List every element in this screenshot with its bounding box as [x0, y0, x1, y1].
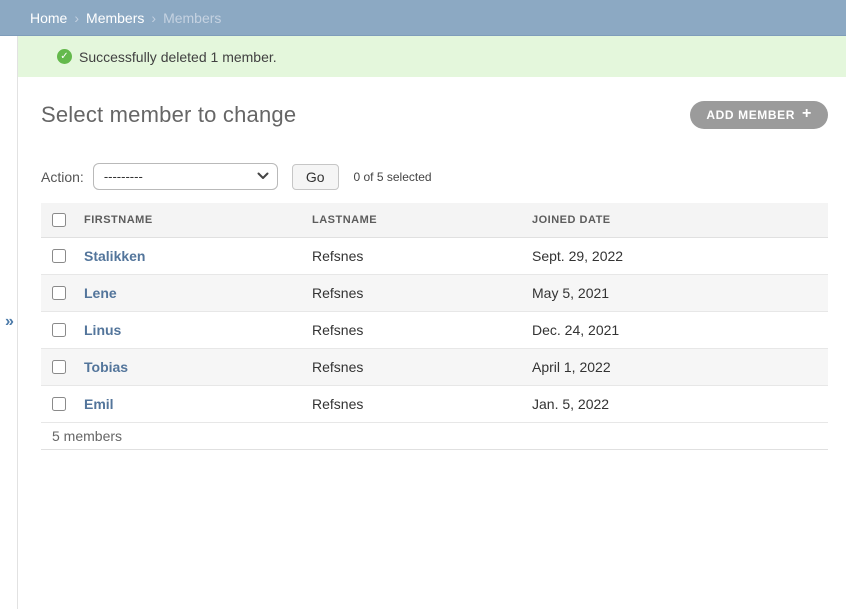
sidebar-expand-toggle[interactable]: »	[1, 314, 18, 330]
success-check-icon: ✓	[57, 49, 72, 64]
breadcrumb-separator: ›	[74, 10, 79, 26]
row-checkbox[interactable]	[52, 249, 66, 263]
joined-date-cell: Sept. 29, 2022	[532, 237, 828, 274]
member-count: 5 members	[41, 423, 828, 450]
column-header-firstname[interactable]: FIRSTNAME	[84, 203, 312, 237]
action-select-wrap: ---------	[93, 163, 278, 190]
member-link[interactable]: Emil	[84, 396, 114, 412]
breadcrumb: Home › Members › Members	[0, 0, 846, 36]
table-row: Stalikken Refsnes Sept. 29, 2022	[41, 237, 828, 274]
content-area: ✓ Successfully deleted 1 member. Select …	[18, 36, 846, 609]
member-link[interactable]: Lene	[84, 285, 117, 301]
selected-count: 0 of 5 selected	[354, 170, 432, 184]
lastname-cell: Refsnes	[312, 348, 532, 385]
success-message-text: Successfully deleted 1 member.	[79, 49, 277, 65]
row-checkbox[interactable]	[52, 286, 66, 300]
member-link[interactable]: Tobias	[84, 359, 128, 375]
lastname-cell: Refsnes	[312, 311, 532, 348]
lastname-cell: Refsnes	[312, 237, 532, 274]
plus-icon: +	[802, 106, 812, 122]
joined-date-cell: April 1, 2022	[532, 348, 828, 385]
breadcrumb-home-link[interactable]: Home	[30, 10, 67, 26]
joined-date-cell: May 5, 2021	[532, 274, 828, 311]
go-button[interactable]: Go	[292, 164, 339, 190]
success-message: ✓ Successfully deleted 1 member.	[18, 36, 846, 77]
action-select[interactable]: ---------	[93, 163, 278, 190]
member-link[interactable]: Stalikken	[84, 248, 145, 264]
row-checkbox[interactable]	[52, 397, 66, 411]
column-header-lastname[interactable]: LASTNAME	[312, 203, 532, 237]
row-checkbox[interactable]	[52, 323, 66, 337]
table-header-row: FIRSTNAME LASTNAME JOINED DATE	[41, 203, 828, 237]
joined-date-cell: Jan. 5, 2022	[532, 385, 828, 422]
add-member-label: ADD MEMBER	[706, 108, 795, 122]
table-row: Emil Refsnes Jan. 5, 2022	[41, 385, 828, 422]
lastname-cell: Refsnes	[312, 385, 532, 422]
breadcrumb-members-link[interactable]: Members	[86, 10, 144, 26]
lastname-cell: Refsnes	[312, 274, 532, 311]
row-checkbox[interactable]	[52, 360, 66, 374]
table-row: Tobias Refsnes April 1, 2022	[41, 348, 828, 385]
action-bar: Action: --------- Go 0 of 5 selected	[41, 163, 828, 190]
table-row: Linus Refsnes Dec. 24, 2021	[41, 311, 828, 348]
column-header-joined-date[interactable]: JOINED DATE	[532, 203, 828, 237]
table-row: Lene Refsnes May 5, 2021	[41, 274, 828, 311]
breadcrumb-current: Members	[163, 10, 221, 26]
joined-date-cell: Dec. 24, 2021	[532, 311, 828, 348]
page-title: Select member to change	[41, 102, 296, 128]
sidebar-rail: »	[0, 36, 18, 609]
select-all-checkbox[interactable]	[52, 213, 66, 227]
action-label: Action:	[41, 169, 84, 185]
breadcrumb-separator: ›	[151, 10, 156, 26]
member-link[interactable]: Linus	[84, 322, 121, 338]
members-table: FIRSTNAME LASTNAME JOINED DATE Stalikken…	[41, 203, 828, 423]
admin-page: Home › Members › Members » ✓ Successfull…	[0, 0, 846, 609]
add-member-button[interactable]: ADD MEMBER +	[690, 101, 828, 129]
